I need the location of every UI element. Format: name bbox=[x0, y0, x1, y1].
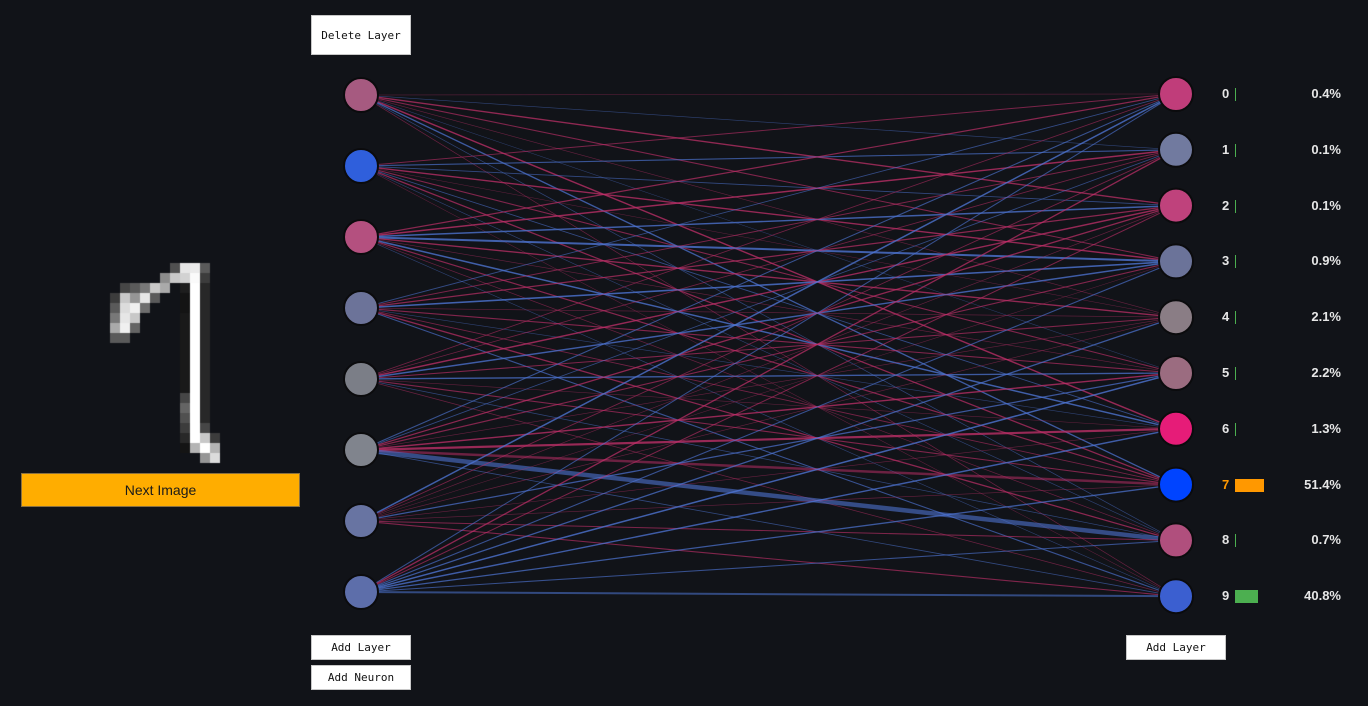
output-class-label: 1 bbox=[1222, 141, 1230, 157]
weight-line bbox=[360, 449, 1177, 597]
weight-line bbox=[360, 165, 1177, 597]
hidden-neuron[interactable] bbox=[343, 148, 379, 184]
add-layer-button-left[interactable]: Add Layer bbox=[311, 635, 411, 660]
hidden-neuron[interactable] bbox=[343, 432, 379, 468]
weight-line bbox=[360, 94, 1177, 597]
weight-line bbox=[360, 93, 1177, 309]
next-image-button[interactable]: Next Image bbox=[21, 473, 300, 507]
weight-line bbox=[360, 204, 1177, 451]
probability-value: 2.2% bbox=[1311, 365, 1341, 380]
weight-line bbox=[360, 539, 1177, 593]
output-neuron[interactable] bbox=[1158, 410, 1194, 447]
weight-line bbox=[360, 236, 1177, 430]
probability-bar bbox=[1235, 311, 1237, 325]
probability-value: 51.4% bbox=[1304, 476, 1341, 492]
output-neuron[interactable] bbox=[1158, 131, 1194, 168]
probability-value: 0.4% bbox=[1311, 86, 1341, 101]
hidden-neuron[interactable] bbox=[343, 77, 379, 113]
output-neuron[interactable] bbox=[1158, 299, 1194, 336]
output-row: 5 2.2% bbox=[1214, 363, 1354, 383]
weight-line bbox=[360, 316, 1177, 451]
probability-value: 1.3% bbox=[1311, 420, 1341, 436]
weight-line bbox=[360, 205, 1177, 593]
weight-line bbox=[360, 165, 1177, 374]
output-row: 3 0.9% bbox=[1214, 251, 1354, 271]
probability-bar bbox=[1235, 590, 1258, 604]
output-class-label: 7 bbox=[1222, 476, 1230, 492]
hidden-neuron[interactable] bbox=[343, 361, 379, 397]
probability-bar bbox=[1235, 478, 1264, 492]
add-layer-button-right[interactable]: Add Layer bbox=[1126, 635, 1226, 660]
weight-line bbox=[360, 149, 1177, 451]
probability-value: 0.1% bbox=[1311, 141, 1341, 157]
probability-bar bbox=[1235, 199, 1236, 213]
probability-value: 0.7% bbox=[1311, 532, 1341, 548]
output-row: 9 40.8% bbox=[1214, 586, 1354, 606]
output-class-label: 2 bbox=[1222, 197, 1230, 213]
weight-line bbox=[360, 93, 1177, 96]
weight-line bbox=[360, 372, 1177, 593]
output-row: 2 0.1% bbox=[1214, 196, 1354, 216]
output-row: 6 1.3% bbox=[1214, 419, 1354, 439]
weight-line bbox=[360, 428, 1177, 593]
hidden-neuron[interactable] bbox=[343, 219, 379, 255]
weight-line bbox=[360, 307, 1177, 597]
delete-layer-button[interactable]: Delete Layer bbox=[311, 15, 411, 55]
hidden-layer bbox=[343, 77, 379, 610]
weight-line bbox=[360, 93, 1177, 167]
output-neuron[interactable] bbox=[1158, 243, 1194, 280]
probability-value: 40.8% bbox=[1304, 588, 1341, 604]
output-class-label: 4 bbox=[1222, 309, 1230, 325]
output-neuron[interactable] bbox=[1158, 466, 1194, 503]
weight-line bbox=[360, 520, 1177, 541]
weight-line bbox=[360, 165, 1177, 207]
weight-line bbox=[360, 94, 1177, 207]
output-layer bbox=[1158, 76, 1194, 615]
probability-bar bbox=[1235, 88, 1236, 101]
weight-connections bbox=[360, 93, 1177, 598]
hidden-neuron[interactable] bbox=[343, 290, 379, 326]
probability-value: 2.1% bbox=[1311, 309, 1341, 325]
output-class-label: 0 bbox=[1222, 86, 1230, 101]
weight-line bbox=[360, 591, 1177, 598]
output-row: 1 0.1% bbox=[1214, 140, 1354, 160]
probability-bar bbox=[1235, 367, 1237, 380]
hidden-neuron[interactable] bbox=[343, 574, 379, 610]
output-neuron[interactable] bbox=[1158, 187, 1194, 224]
weight-line bbox=[360, 316, 1177, 380]
probability-bar bbox=[1235, 143, 1236, 157]
weight-line bbox=[360, 94, 1177, 151]
add-neuron-button[interactable]: Add Neuron bbox=[311, 665, 411, 690]
output-row: 7 51.4% bbox=[1214, 475, 1354, 495]
probability-bar bbox=[1235, 422, 1236, 436]
probability-bar bbox=[1235, 534, 1236, 548]
output-row: 0 0.4% bbox=[1214, 84, 1354, 104]
hidden-neuron[interactable] bbox=[343, 503, 379, 539]
weight-line bbox=[360, 149, 1177, 380]
weight-line bbox=[360, 483, 1177, 593]
output-class-label: 9 bbox=[1222, 588, 1230, 604]
network-diagram bbox=[343, 76, 1194, 615]
output-class-label: 5 bbox=[1222, 365, 1230, 380]
probability-bar bbox=[1235, 255, 1236, 269]
weight-line bbox=[360, 428, 1177, 522]
probability-value: 0.9% bbox=[1311, 253, 1341, 269]
output-row: 4 2.1% bbox=[1214, 307, 1354, 327]
weight-line bbox=[360, 484, 1177, 522]
output-neuron[interactable] bbox=[1158, 578, 1194, 615]
weight-line bbox=[360, 307, 1177, 318]
output-neuron[interactable] bbox=[1158, 355, 1194, 391]
weight-line bbox=[360, 149, 1177, 238]
output-class-label: 6 bbox=[1222, 420, 1230, 436]
output-class-label: 8 bbox=[1222, 532, 1230, 548]
output-neuron[interactable] bbox=[1158, 76, 1194, 112]
probability-value: 0.1% bbox=[1311, 197, 1341, 213]
output-neuron[interactable] bbox=[1158, 522, 1194, 559]
output-row: 8 0.7% bbox=[1214, 530, 1354, 550]
weight-line bbox=[360, 378, 1177, 541]
output-class-label: 3 bbox=[1222, 253, 1230, 269]
